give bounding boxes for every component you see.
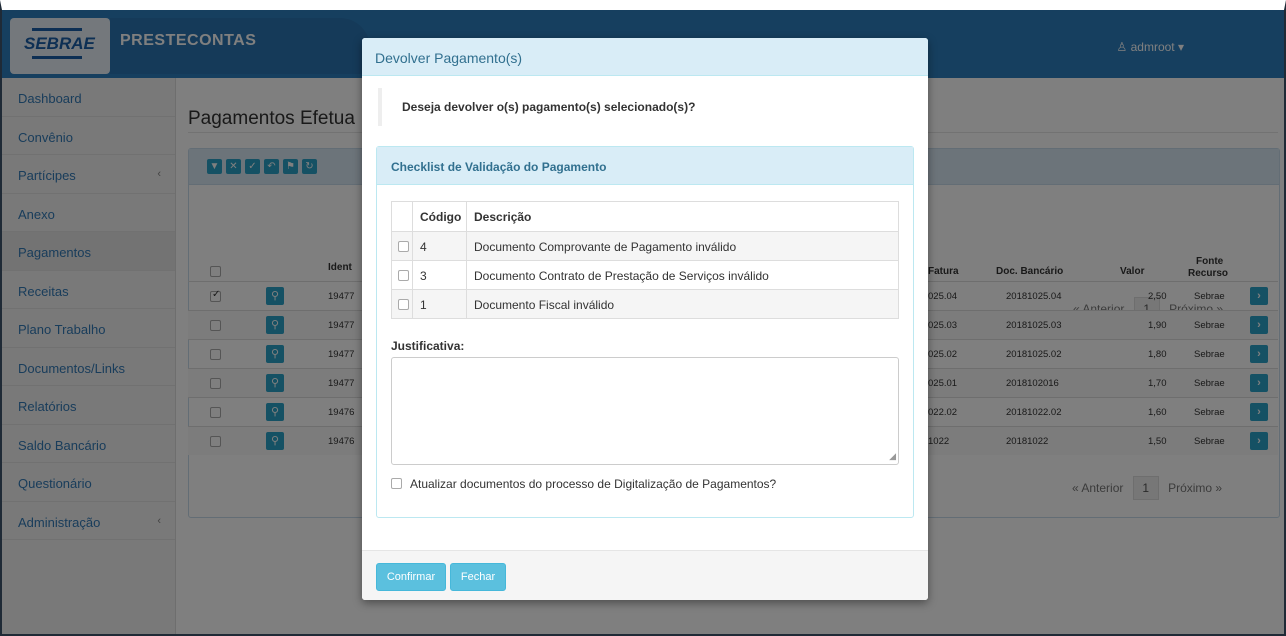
checklist-codigo: 1	[420, 298, 427, 312]
checklist-header-row: Código Descrição	[392, 202, 898, 231]
column-divider	[466, 232, 467, 260]
checklist-checkbox[interactable]	[398, 299, 409, 310]
checklist-codigo: 4	[420, 240, 427, 254]
resize-grip-icon[interactable]: ◢	[889, 451, 896, 462]
checklist-table: Código Descrição 4 Documento Comprovante…	[391, 201, 899, 319]
checklist-title: Checklist de Validação do Pagamento	[377, 147, 913, 185]
modal-title: Devolver Pagamento(s)	[362, 38, 928, 76]
checklist-checkbox[interactable]	[398, 270, 409, 281]
checklist-descricao: Documento Contrato de Prestação de Servi…	[474, 269, 769, 283]
checklist-codigo: 3	[420, 269, 427, 283]
atualizar-label: Atualizar documentos do processo de Digi…	[410, 477, 777, 491]
checklist-checkbox[interactable]	[398, 241, 409, 252]
column-divider	[466, 202, 467, 231]
close-button[interactable]: Fechar	[450, 563, 506, 591]
column-divider	[412, 202, 413, 231]
confirm-question: Deseja devolver o(s) pagamento(s) seleci…	[378, 88, 908, 126]
atualizar-option[interactable]: Atualizar documentos do processo de Digi…	[391, 477, 776, 491]
checklist-panel: Checklist de Validação do Pagamento Códi…	[376, 146, 914, 518]
checklist-descricao: Documento Fiscal inválido	[474, 298, 615, 312]
confirm-button[interactable]: Confirmar	[376, 563, 446, 591]
column-divider	[412, 290, 413, 318]
column-header-descricao: Descrição	[474, 210, 532, 224]
checklist-row: 3 Documento Contrato de Prestação de Ser…	[392, 260, 898, 289]
column-header-codigo: Código	[420, 210, 462, 224]
checklist-descricao: Documento Comprovante de Pagamento invál…	[474, 240, 737, 254]
modal-footer: Confirmar Fechar	[362, 550, 928, 600]
devolver-pagamento-modal: Devolver Pagamento(s) Deseja devolver o(…	[362, 38, 928, 600]
justificativa-label: Justificativa:	[391, 339, 465, 353]
atualizar-checkbox[interactable]	[391, 478, 402, 489]
column-divider	[466, 290, 467, 318]
checklist-row: 4 Documento Comprovante de Pagamento inv…	[392, 231, 898, 260]
column-divider	[466, 261, 467, 289]
justificativa-textarea[interactable]: ◢	[391, 357, 899, 465]
column-divider	[412, 232, 413, 260]
checklist-row: 1 Documento Fiscal inválido	[392, 289, 898, 318]
column-divider	[412, 261, 413, 289]
